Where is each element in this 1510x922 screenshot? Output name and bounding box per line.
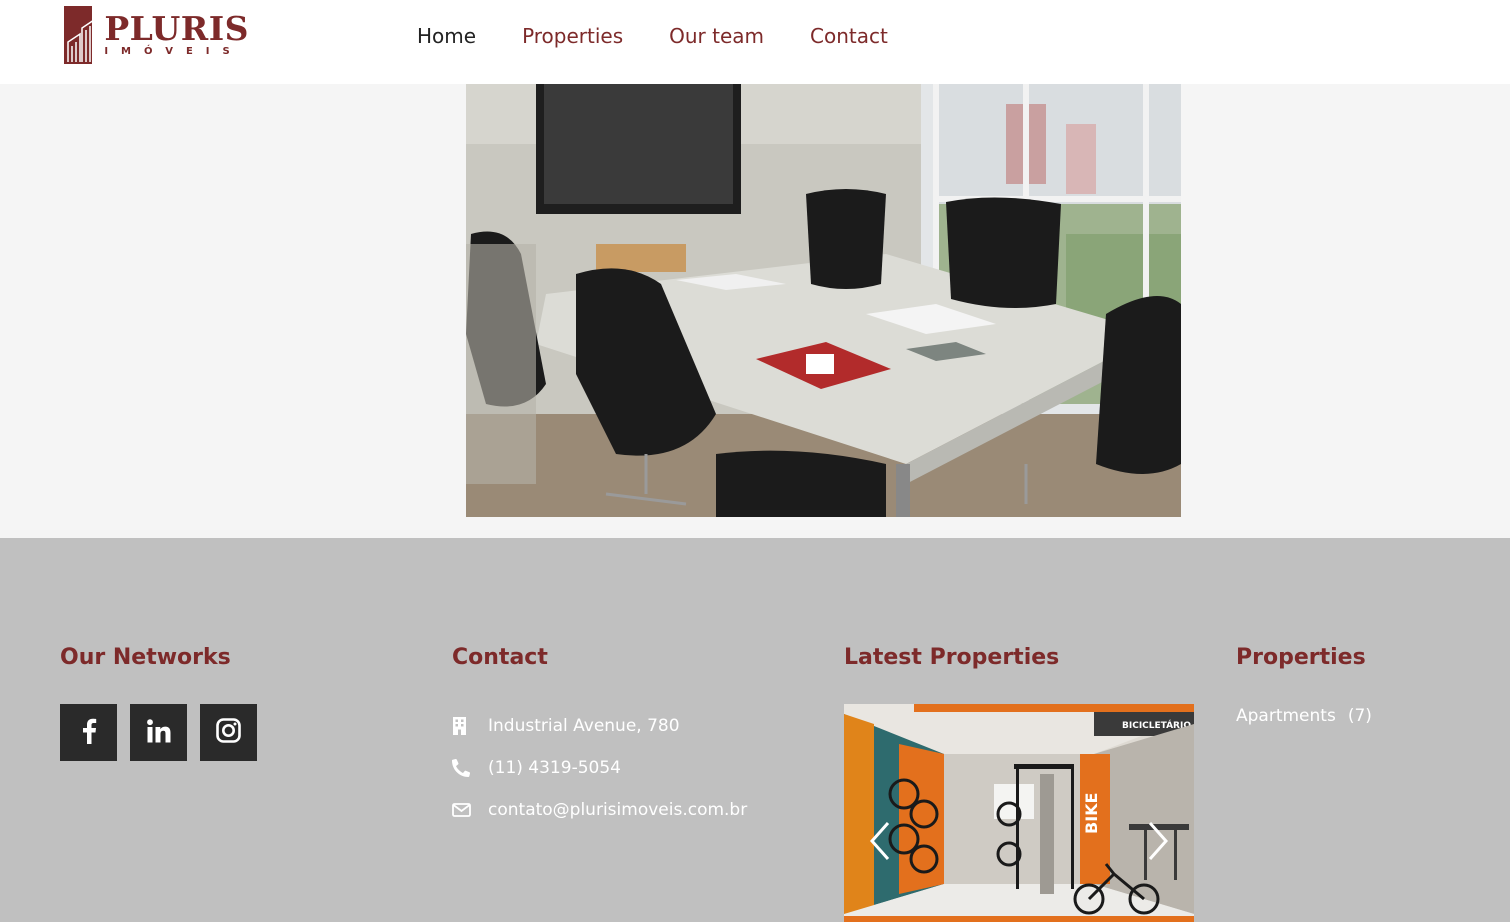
main-nav: Home Properties Our team Contact xyxy=(417,22,934,50)
properties-item-count: (7) xyxy=(1347,706,1372,726)
social-links xyxy=(60,704,270,761)
slider-prev-button[interactable] xyxy=(866,819,894,863)
properties-item-apartments[interactable]: Apartments (7) xyxy=(1236,706,1372,726)
instagram-button[interactable] xyxy=(200,704,257,761)
meeting-room-photo xyxy=(466,84,1181,517)
nav-our-team[interactable]: Our team xyxy=(669,22,764,50)
brand-name: PLURIS xyxy=(104,9,249,48)
latest-properties-title: Latest Properties xyxy=(844,645,1060,670)
contact-list: Industrial Avenue, 780 (11) 4319-5054 co… xyxy=(452,705,747,831)
site-footer: Our Networks Contact Industrial Avenue, … xyxy=(0,538,1510,922)
facebook-icon xyxy=(81,718,97,748)
chevron-right-icon xyxy=(1148,822,1169,860)
phone-icon xyxy=(452,759,488,777)
latest-properties-slider[interactable]: BICICLETÁRIO BIKE xyxy=(844,704,1194,922)
contact-address: Industrial Avenue, 780 xyxy=(452,705,747,747)
contact-address-text: Industrial Avenue, 780 xyxy=(488,716,680,736)
networks-title: Our Networks xyxy=(60,645,231,670)
slider-next-button[interactable] xyxy=(1144,819,1172,863)
contact-title: Contact xyxy=(452,645,548,670)
linkedin-button[interactable] xyxy=(130,704,187,761)
linkedin-icon xyxy=(146,718,171,747)
brand-logo[interactable]: PLURIS IMÓVEIS xyxy=(64,6,249,64)
contact-phone[interactable]: (11) 4319-5054 xyxy=(452,747,747,789)
brand-tagline: IMÓVEIS xyxy=(104,46,243,57)
envelope-icon xyxy=(452,803,488,817)
properties-list: Apartments (7) xyxy=(1236,706,1372,726)
properties-title: Properties xyxy=(1236,645,1366,670)
chevron-left-icon xyxy=(869,822,890,860)
nav-home[interactable]: Home xyxy=(417,22,476,50)
bike-room-photo: BICICLETÁRIO BIKE xyxy=(844,704,1194,922)
properties-item-label: Apartments xyxy=(1236,706,1336,726)
instagram-icon xyxy=(216,718,241,747)
contact-email-text[interactable]: contato@plurisimoveis.com.br xyxy=(488,800,747,820)
facebook-button[interactable] xyxy=(60,704,117,761)
nav-contact[interactable]: Contact xyxy=(810,22,888,50)
contact-phone-text[interactable]: (11) 4319-5054 xyxy=(488,758,621,778)
building-logo-icon xyxy=(64,6,93,64)
contact-email[interactable]: contato@plurisimoveis.com.br xyxy=(452,789,747,831)
hero-section xyxy=(0,84,1510,538)
building-icon xyxy=(452,717,488,735)
site-header: PLURIS IMÓVEIS Home Properties Our team … xyxy=(0,0,1510,84)
nav-properties[interactable]: Properties xyxy=(522,22,623,50)
slide-sign: BIKE xyxy=(1082,793,1101,834)
